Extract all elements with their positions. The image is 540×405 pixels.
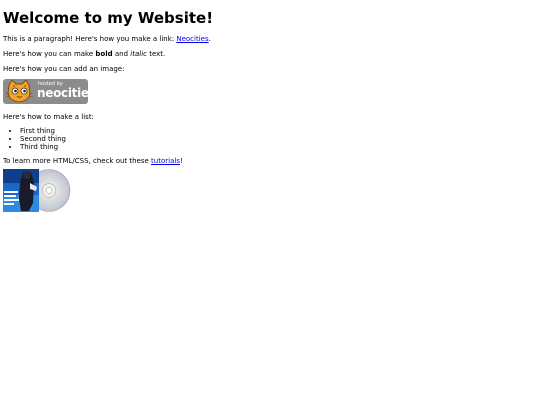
bold-text: bold xyxy=(95,50,113,58)
formatting-before: Here's how you can make xyxy=(3,50,96,58)
intro-end: . xyxy=(208,35,211,43)
list-item: Third thing xyxy=(20,143,537,151)
intro-paragraph: This is a paragraph! Here's how you make… xyxy=(3,35,537,44)
learn-paragraph: To learn more HTML/CSS, check out these … xyxy=(3,157,537,166)
cd-album-art-icon xyxy=(3,169,71,212)
album-art-image xyxy=(3,169,71,212)
learn-after: ! xyxy=(179,157,183,165)
neocities-link[interactable]: Neocities xyxy=(176,35,208,43)
image-intro: Here's how you can add an image: xyxy=(3,65,125,73)
page: Welcome to my Website! This is a paragra… xyxy=(0,0,540,212)
formatting-paragraph: Here's how you can make bold and italic … xyxy=(3,50,537,59)
formatting-after: text. xyxy=(146,50,166,58)
list-item: First thing xyxy=(20,127,537,135)
tutorials-link[interactable]: tutorials xyxy=(151,157,180,165)
list-item: Second thing xyxy=(20,135,537,143)
italic-text: italic xyxy=(130,50,147,58)
badge-brand-text: neocities xyxy=(37,86,88,100)
thing-list: First thing Second thing Third thing xyxy=(3,127,537,151)
intro-text: This is a paragraph! Here's how you make… xyxy=(3,35,177,43)
page-title: Welcome to my Website! xyxy=(3,9,214,27)
neocities-cat-icon xyxy=(5,79,34,103)
list-intro: Here's how to make a list: xyxy=(3,113,94,121)
formatting-middle: and xyxy=(112,50,131,58)
hosted-by-neocities-badge: hosted by neocities xyxy=(3,79,88,104)
learn-before: To learn more HTML/CSS, check out these xyxy=(3,157,152,165)
